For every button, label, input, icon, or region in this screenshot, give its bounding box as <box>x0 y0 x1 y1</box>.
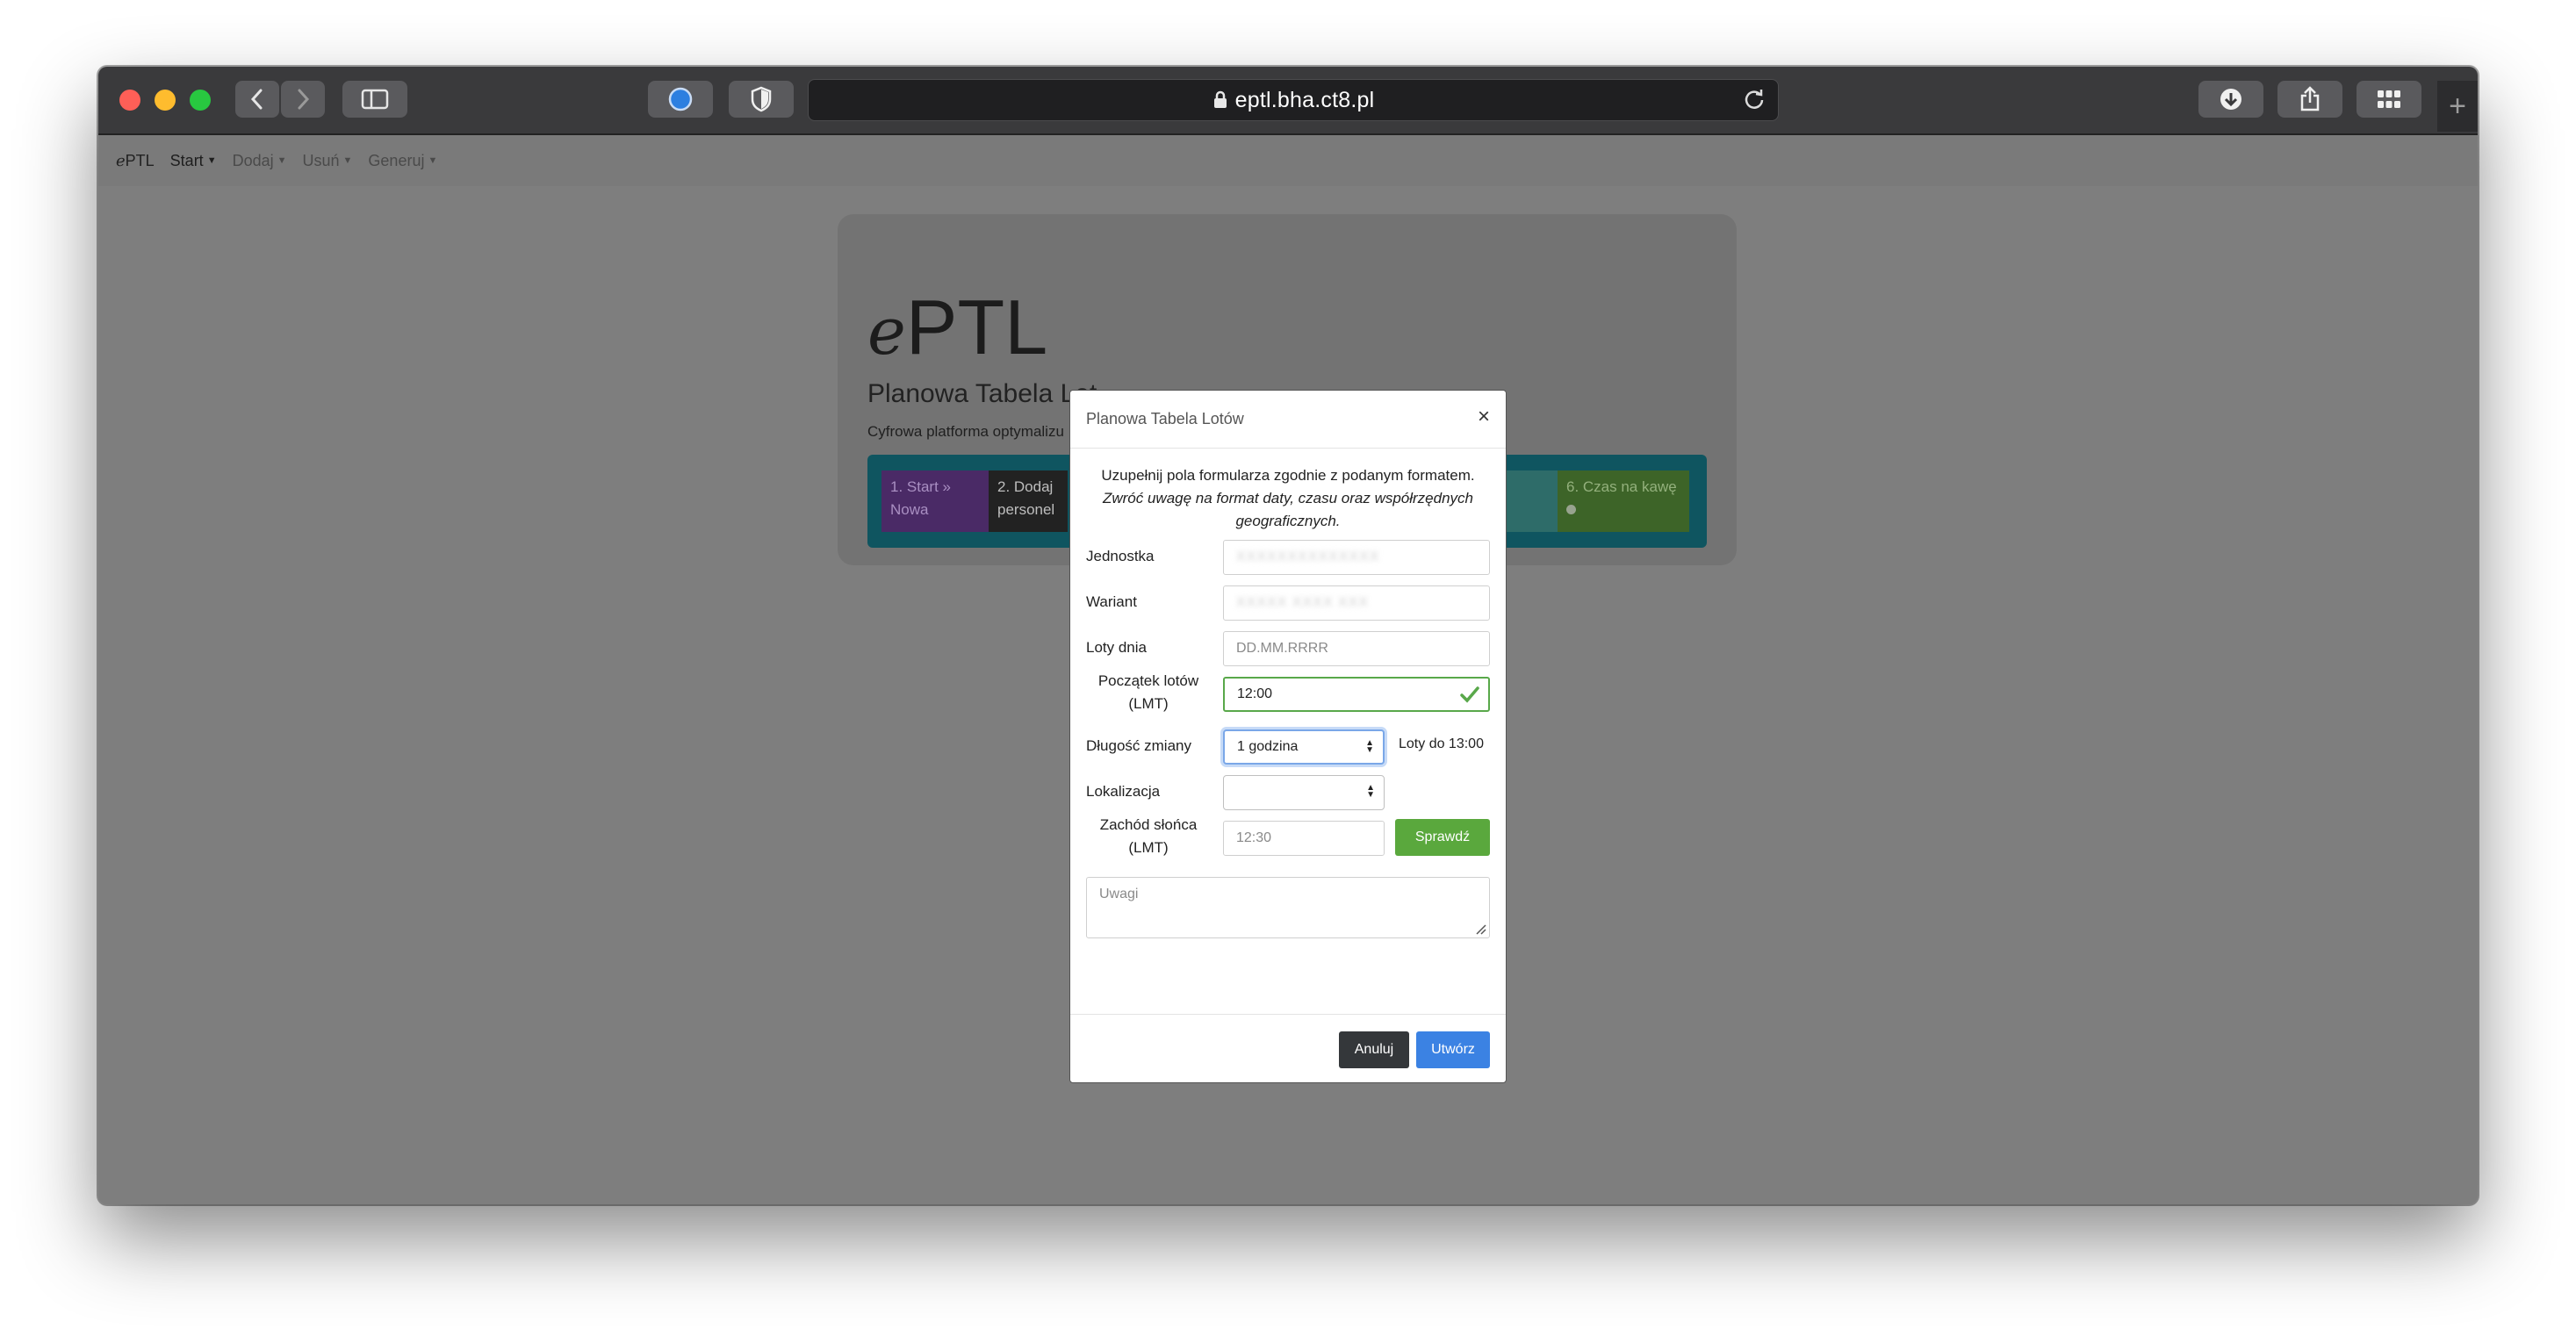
grid-icon <box>2378 90 2400 108</box>
sunset-label: Zachód słońca (LMT) <box>1099 816 1198 856</box>
sidebar-toggle-button[interactable] <box>342 81 407 118</box>
create-button[interactable]: Utwórz <box>1416 1031 1490 1068</box>
download-icon <box>2220 89 2241 110</box>
unit-label: Jednostka <box>1086 548 1155 564</box>
extension-button[interactable] <box>648 81 713 118</box>
close-icon[interactable]: × <box>1478 405 1490 429</box>
step-start[interactable]: 1. Start » Nowa <box>881 470 989 532</box>
status-dot <box>1566 505 1576 514</box>
minimize-window-button[interactable] <box>155 90 176 111</box>
caret-down-icon: ▼ <box>206 155 217 166</box>
jumbotron-title: Planowa Tabela Lot <box>867 379 1097 408</box>
checkmark-icon <box>1460 686 1479 703</box>
sidebar-icon <box>361 89 389 110</box>
shield-icon <box>751 86 772 112</box>
nav-start-dropdown[interactable]: Start ▼ <box>170 152 217 170</box>
address-bar[interactable]: eptl.bha.ct8.pl <box>808 79 1779 121</box>
select-arrows-icon: ▲ ▼ <box>1366 783 1375 800</box>
site-navbar: ePTL Start ▼ Dodaj ▼ Usuń ▼ Generuj ▼ <box>98 135 2478 186</box>
unit-input[interactable]: XXXXXXXXXXXXXX <box>1223 540 1490 575</box>
lock-icon <box>1213 90 1227 108</box>
reload-icon[interactable] <box>1743 88 1766 111</box>
close-window-button[interactable] <box>119 90 140 111</box>
location-label: Lokalizacja <box>1086 783 1161 800</box>
form-instructions: Uzupełnij pola formularza zgodnie z poda… <box>1101 467 1475 529</box>
select-arrows-icon: ▲ ▼ <box>1365 738 1374 755</box>
shift-length-select[interactable]: 1 godzina ▲ ▼ <box>1223 729 1385 765</box>
browser-window: eptl.bha.ct8.pl + ePTL Start ▼ Dodaj ▼ Usu… <box>98 67 2478 1204</box>
step-coffee-time[interactable]: 6. Czas na kawę <box>1558 470 1689 532</box>
tab-overview-button[interactable] <box>2357 81 2421 118</box>
location-select[interactable]: ▲ ▼ <box>1223 775 1385 810</box>
caret-down-icon: ▼ <box>342 155 353 166</box>
cancel-button[interactable]: Anuluj <box>1339 1031 1409 1068</box>
modal-title: Planowa Tabela Lotów <box>1086 410 1244 427</box>
chevron-right-icon <box>298 89 310 110</box>
share-button[interactable] <box>2277 81 2342 118</box>
sunset-input[interactable]: 12:30 <box>1223 821 1385 856</box>
new-tab-button[interactable]: + <box>2437 81 2478 132</box>
back-button[interactable] <box>235 81 279 118</box>
flight-day-label: Loty dnia <box>1086 639 1147 656</box>
caret-down-icon: ▼ <box>277 155 287 166</box>
modal-footer-divider <box>1070 1014 1506 1015</box>
site-brand[interactable]: ePTL <box>116 152 155 170</box>
browser-toolbar: eptl.bha.ct8.pl + <box>98 67 2478 135</box>
resize-handle-icon[interactable] <box>1474 923 1486 935</box>
caret-down-icon: ▼ <box>428 155 438 166</box>
check-sunset-button[interactable]: Sprawdź <box>1395 819 1490 856</box>
jumbotron-description: Cyfrowa platforma optymalizu <box>867 423 1064 440</box>
flight-day-input[interactable]: DD.MM.RRRR <box>1223 631 1490 666</box>
nav-remove-dropdown[interactable]: Usuń ▼ <box>303 152 353 170</box>
nav-add-dropdown[interactable]: Dodaj ▼ <box>233 152 287 170</box>
flights-start-input[interactable]: 12:00 <box>1223 677 1490 712</box>
share-icon <box>2300 86 2320 111</box>
variant-label: Wariant <box>1086 593 1137 610</box>
zoom-window-button[interactable] <box>190 90 211 111</box>
globe-icon <box>668 87 693 111</box>
shift-length-label: Długość zmiany <box>1086 737 1191 754</box>
downloads-button[interactable] <box>2198 81 2263 118</box>
app-logo: ePTL <box>867 284 1048 370</box>
nav-generate-dropdown[interactable]: Generuj ▼ <box>368 152 437 170</box>
variant-input[interactable]: XXXXX XXXX XXX <box>1223 585 1490 621</box>
page-content: ePTL Start ▼ Dodaj ▼ Usuń ▼ Generuj ▼ ePTL P… <box>98 135 2478 1204</box>
url-text: eptl.bha.ct8.pl <box>1234 87 1375 112</box>
privacy-report-button[interactable] <box>729 81 794 118</box>
flights-start-label: Początek lotów (LMT) <box>1097 672 1199 712</box>
step-add-personnel[interactable]: 2. Dodaj personel <box>989 470 1068 532</box>
notes-textarea[interactable]: Uwagi <box>1086 877 1490 938</box>
chevron-left-icon <box>250 89 263 110</box>
create-table-modal: Planowa Tabela Lotów × Uzupełnij pola fo… <box>1069 390 1507 1083</box>
modal-header: Planowa Tabela Lotów × <box>1070 391 1506 449</box>
flights-until-text: Loty do 13:00 <box>1399 736 1484 751</box>
forward-button[interactable] <box>281 81 325 118</box>
